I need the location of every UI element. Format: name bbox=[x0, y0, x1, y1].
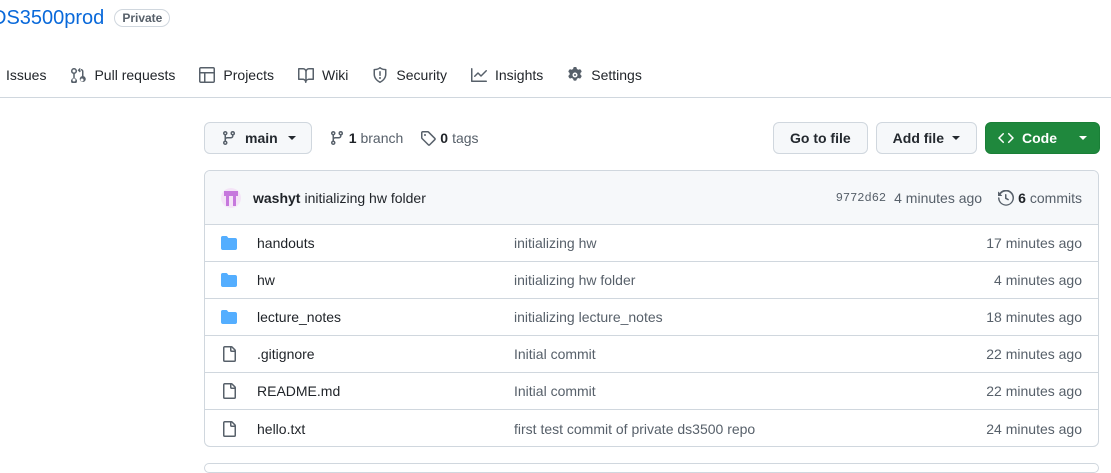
branch-select-button[interactable]: main bbox=[204, 122, 312, 154]
file-icon bbox=[221, 346, 237, 362]
file-row[interactable]: lecture_notes initializing lecture_notes… bbox=[205, 299, 1098, 336]
file-name[interactable]: README.md bbox=[257, 383, 514, 399]
file-name[interactable]: handouts bbox=[257, 235, 514, 251]
file-navigation: main 1 branch 0 tags Go to file Add file… bbox=[204, 122, 1100, 154]
caret-down-icon bbox=[952, 136, 960, 140]
tab-projects[interactable]: Projects bbox=[199, 67, 274, 83]
branches-link[interactable]: 1 branch bbox=[329, 130, 404, 146]
file-icon bbox=[221, 420, 237, 437]
file-age: 22 minutes ago bbox=[986, 346, 1082, 362]
file-row[interactable]: handouts initializing hw 17 minutes ago bbox=[205, 225, 1098, 262]
commit-word: commits bbox=[1029, 189, 1082, 206]
file-age: 4 minutes ago bbox=[994, 272, 1082, 288]
tab-issues[interactable]: Issues bbox=[6, 67, 46, 83]
nav-label: Issues bbox=[6, 67, 47, 83]
file-commit-message[interactable]: initializing lecture_notes bbox=[514, 309, 986, 325]
file-age: 22 minutes ago bbox=[986, 383, 1082, 399]
nav-label: Security bbox=[396, 67, 447, 83]
repo-nav: Issues Pull requests Projects Wiki Secur… bbox=[0, 56, 666, 94]
tab-insights[interactable]: Insights bbox=[471, 67, 543, 83]
table-icon bbox=[199, 67, 216, 83]
commit-sha[interactable]: 9772d62 bbox=[836, 191, 886, 205]
visibility-badge: Private bbox=[114, 9, 171, 27]
tag-word: tags bbox=[452, 130, 479, 146]
branch-name: main bbox=[245, 130, 278, 146]
file-name[interactable]: lecture_notes bbox=[257, 309, 514, 325]
file-row[interactable]: hw initializing hw folder 4 minutes ago bbox=[205, 262, 1098, 299]
tab-pull-requests[interactable]: Pull requests bbox=[70, 67, 175, 83]
nav-label: Wiki bbox=[321, 67, 349, 83]
readme-box bbox=[204, 463, 1099, 473]
go-to-file-button[interactable]: Go to file bbox=[772, 122, 868, 154]
tab-security[interactable]: Security bbox=[372, 67, 447, 83]
file-name[interactable]: .gitignore bbox=[257, 346, 514, 362]
commit-message[interactable]: initializing hw folder bbox=[304, 190, 425, 206]
folder-icon bbox=[221, 272, 237, 288]
file-age: 17 minutes ago bbox=[986, 235, 1082, 251]
shield-icon bbox=[373, 67, 387, 83]
file-name[interactable]: hello.txt bbox=[257, 421, 514, 437]
repo-name-link[interactable]: DS3500prod bbox=[0, 7, 104, 30]
add-file-button[interactable]: Add file bbox=[875, 122, 977, 154]
commit-author[interactable]: washyt bbox=[253, 190, 300, 206]
file-commit-message[interactable]: Initial commit bbox=[514, 346, 986, 362]
file-age: 18 minutes ago bbox=[986, 309, 1082, 325]
nav-label: Settings bbox=[591, 67, 642, 83]
graph-icon bbox=[471, 68, 487, 82]
commit-age: 4 minutes ago bbox=[894, 189, 983, 206]
caret-down-icon bbox=[287, 136, 296, 140]
code-icon bbox=[998, 132, 1014, 144]
file-name[interactable]: hw bbox=[257, 272, 514, 288]
repo-header: DS3500prod Private bbox=[0, 6, 171, 30]
code-button[interactable]: Code bbox=[985, 122, 1100, 154]
git-branch-icon bbox=[223, 130, 235, 146]
file-commit-message[interactable]: first test commit of private ds3500 repo bbox=[514, 421, 986, 437]
folder-icon bbox=[221, 309, 237, 325]
file-commit-message[interactable]: Initial commit bbox=[514, 383, 986, 399]
latest-commit-bar: washyt initializing hw folder 9772d62 4 … bbox=[205, 171, 1098, 225]
tab-settings[interactable]: Settings bbox=[567, 67, 642, 83]
caret-down-icon bbox=[1079, 136, 1087, 140]
nav-divider bbox=[0, 97, 1111, 98]
file-icon bbox=[221, 383, 237, 399]
nav-label: Pull requests bbox=[94, 67, 176, 83]
nav-label: Insights bbox=[495, 67, 544, 83]
git-branch-icon bbox=[330, 130, 343, 146]
commit-count: 6 bbox=[1018, 189, 1026, 206]
tab-wiki[interactable]: Wiki bbox=[297, 67, 349, 83]
file-row[interactable]: hello.txt first test commit of private d… bbox=[205, 410, 1098, 446]
avatar[interactable] bbox=[221, 187, 241, 208]
file-commit-message[interactable]: initializing hw folder bbox=[514, 272, 994, 288]
branch-count: 1 bbox=[348, 130, 357, 146]
folder-icon bbox=[221, 235, 237, 251]
tag-count: 0 bbox=[440, 130, 449, 146]
tag-icon bbox=[421, 131, 437, 146]
commits-link[interactable]: 6 commits bbox=[998, 189, 1082, 206]
file-age: 24 minutes ago bbox=[986, 420, 1082, 437]
branch-word: branch bbox=[360, 130, 404, 146]
code-label: Code bbox=[1022, 130, 1057, 146]
history-icon bbox=[998, 189, 1015, 206]
file-row[interactable]: .gitignore Initial commit 22 minutes ago bbox=[205, 336, 1098, 373]
book-icon bbox=[297, 68, 314, 83]
file-row[interactable]: README.md Initial commit 22 minutes ago bbox=[205, 373, 1098, 410]
gear-icon bbox=[568, 67, 582, 81]
file-list: washyt initializing hw folder 9772d62 4 … bbox=[204, 170, 1099, 447]
tags-link[interactable]: 0 tags bbox=[420, 130, 479, 146]
add-file-label: Add file bbox=[892, 130, 944, 146]
file-commit-message[interactable]: initializing hw bbox=[514, 235, 986, 251]
nav-label: Projects bbox=[223, 67, 274, 83]
pull-request-icon bbox=[71, 68, 87, 83]
